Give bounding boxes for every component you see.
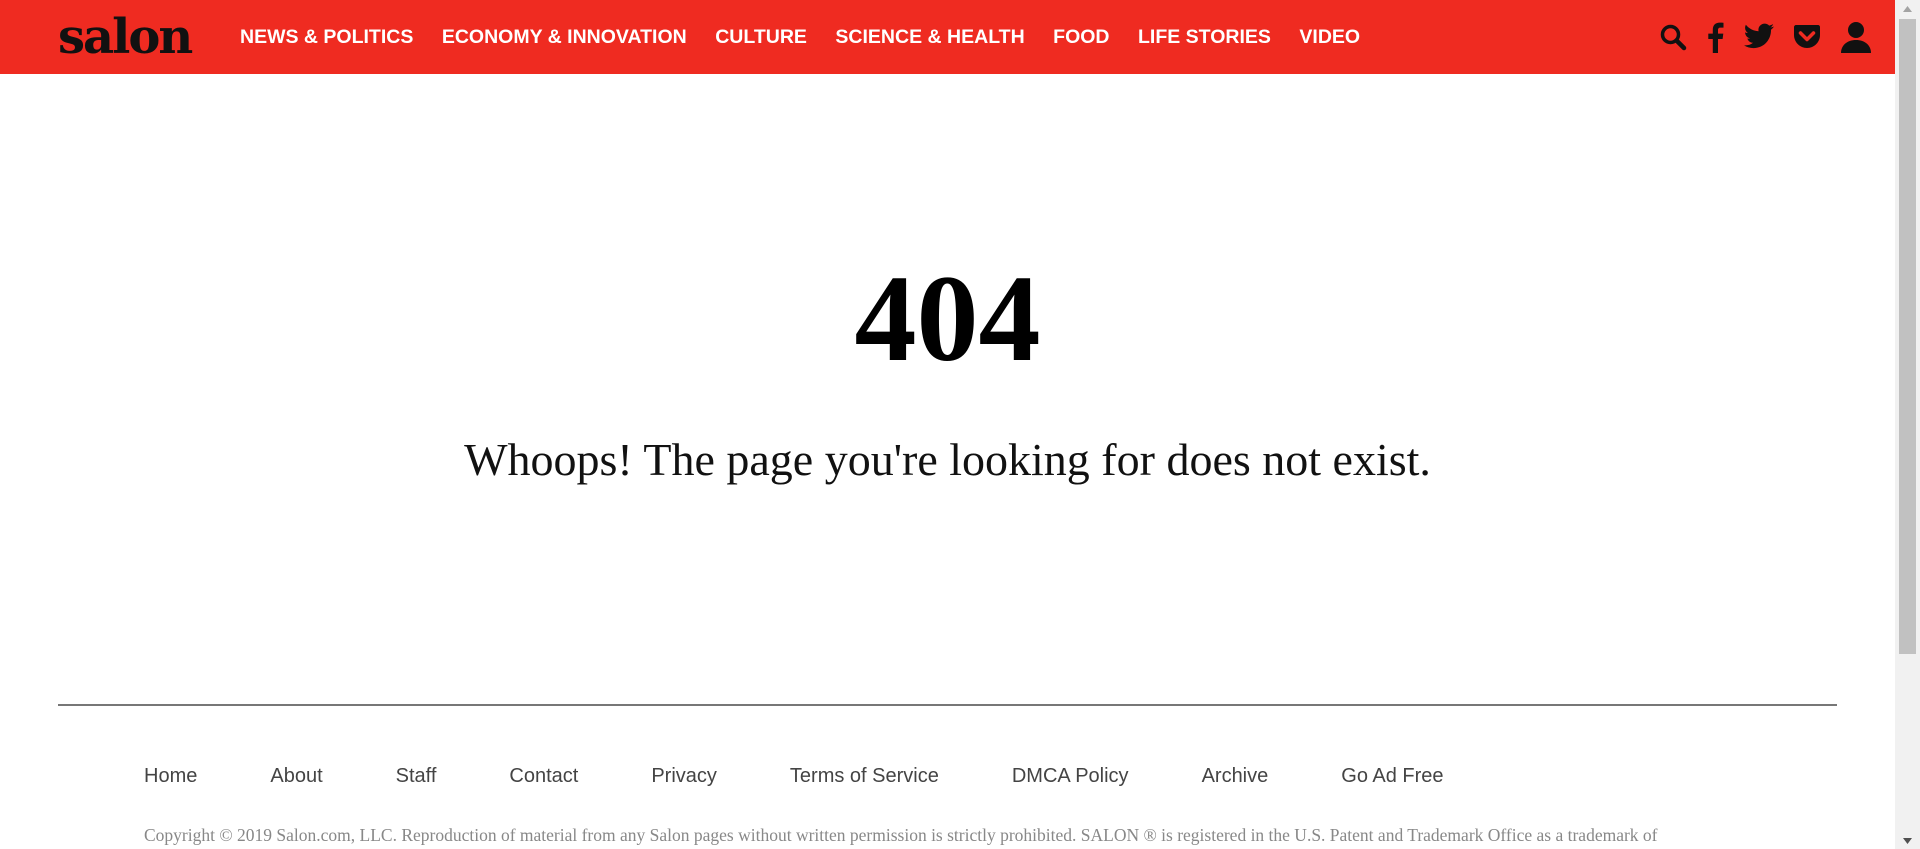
nav-news-politics[interactable]: NEWS & POLITICS bbox=[240, 26, 413, 49]
header-icons bbox=[1641, 0, 1873, 74]
salon-logo[interactable]: salon bbox=[58, 4, 193, 70]
main-nav: NEWS & POLITICS ECONOMY & INNOVATION CUL… bbox=[240, 0, 1389, 74]
nav-life-stories[interactable]: LIFE STORIES bbox=[1138, 26, 1271, 49]
footer-link-contact[interactable]: Contact bbox=[509, 765, 578, 788]
search-icon[interactable] bbox=[1659, 23, 1687, 51]
footer-link-go-ad-free[interactable]: Go Ad Free bbox=[1341, 765, 1443, 788]
error-code: 404 bbox=[854, 250, 1041, 387]
vertical-scrollbar[interactable] bbox=[1895, 0, 1920, 849]
user-icon[interactable] bbox=[1839, 20, 1873, 54]
twitter-icon[interactable] bbox=[1743, 23, 1775, 51]
nav-food[interactable]: FOOD bbox=[1053, 26, 1109, 49]
footer-link-about[interactable]: About bbox=[270, 765, 322, 788]
nav-economy-innovation[interactable]: ECONOMY & INNOVATION bbox=[442, 26, 687, 49]
footer-link-archive[interactable]: Archive bbox=[1202, 765, 1269, 788]
scroll-down-arrow-icon[interactable] bbox=[1895, 832, 1920, 849]
scrollbar-thumb[interactable] bbox=[1899, 19, 1916, 654]
footer-link-staff[interactable]: Staff bbox=[396, 765, 437, 788]
nav-science-health[interactable]: SCIENCE & HEALTH bbox=[835, 26, 1024, 49]
pocket-icon[interactable] bbox=[1793, 23, 1821, 51]
footer-link-dmca[interactable]: DMCA Policy bbox=[1012, 765, 1129, 788]
footer-nav: Home About Staff Contact Privacy Terms o… bbox=[144, 762, 1517, 790]
footer-link-privacy[interactable]: Privacy bbox=[651, 765, 717, 788]
facebook-icon[interactable] bbox=[1705, 21, 1725, 53]
scroll-up-arrow-icon[interactable] bbox=[1895, 0, 1920, 17]
footer-link-terms[interactable]: Terms of Service bbox=[790, 765, 939, 788]
footer-divider bbox=[58, 704, 1837, 706]
copyright-text: Copyright © 2019 Salon.com, LLC. Reprodu… bbox=[144, 825, 1658, 845]
error-message: Whoops! The page you're looking for does… bbox=[464, 434, 1431, 485]
footer-link-home[interactable]: Home bbox=[144, 765, 197, 788]
nav-culture[interactable]: CULTURE bbox=[715, 26, 807, 49]
nav-video[interactable]: VIDEO bbox=[1299, 26, 1360, 49]
site-header: salon NEWS & POLITICS ECONOMY & INNOVATI… bbox=[0, 0, 1895, 74]
